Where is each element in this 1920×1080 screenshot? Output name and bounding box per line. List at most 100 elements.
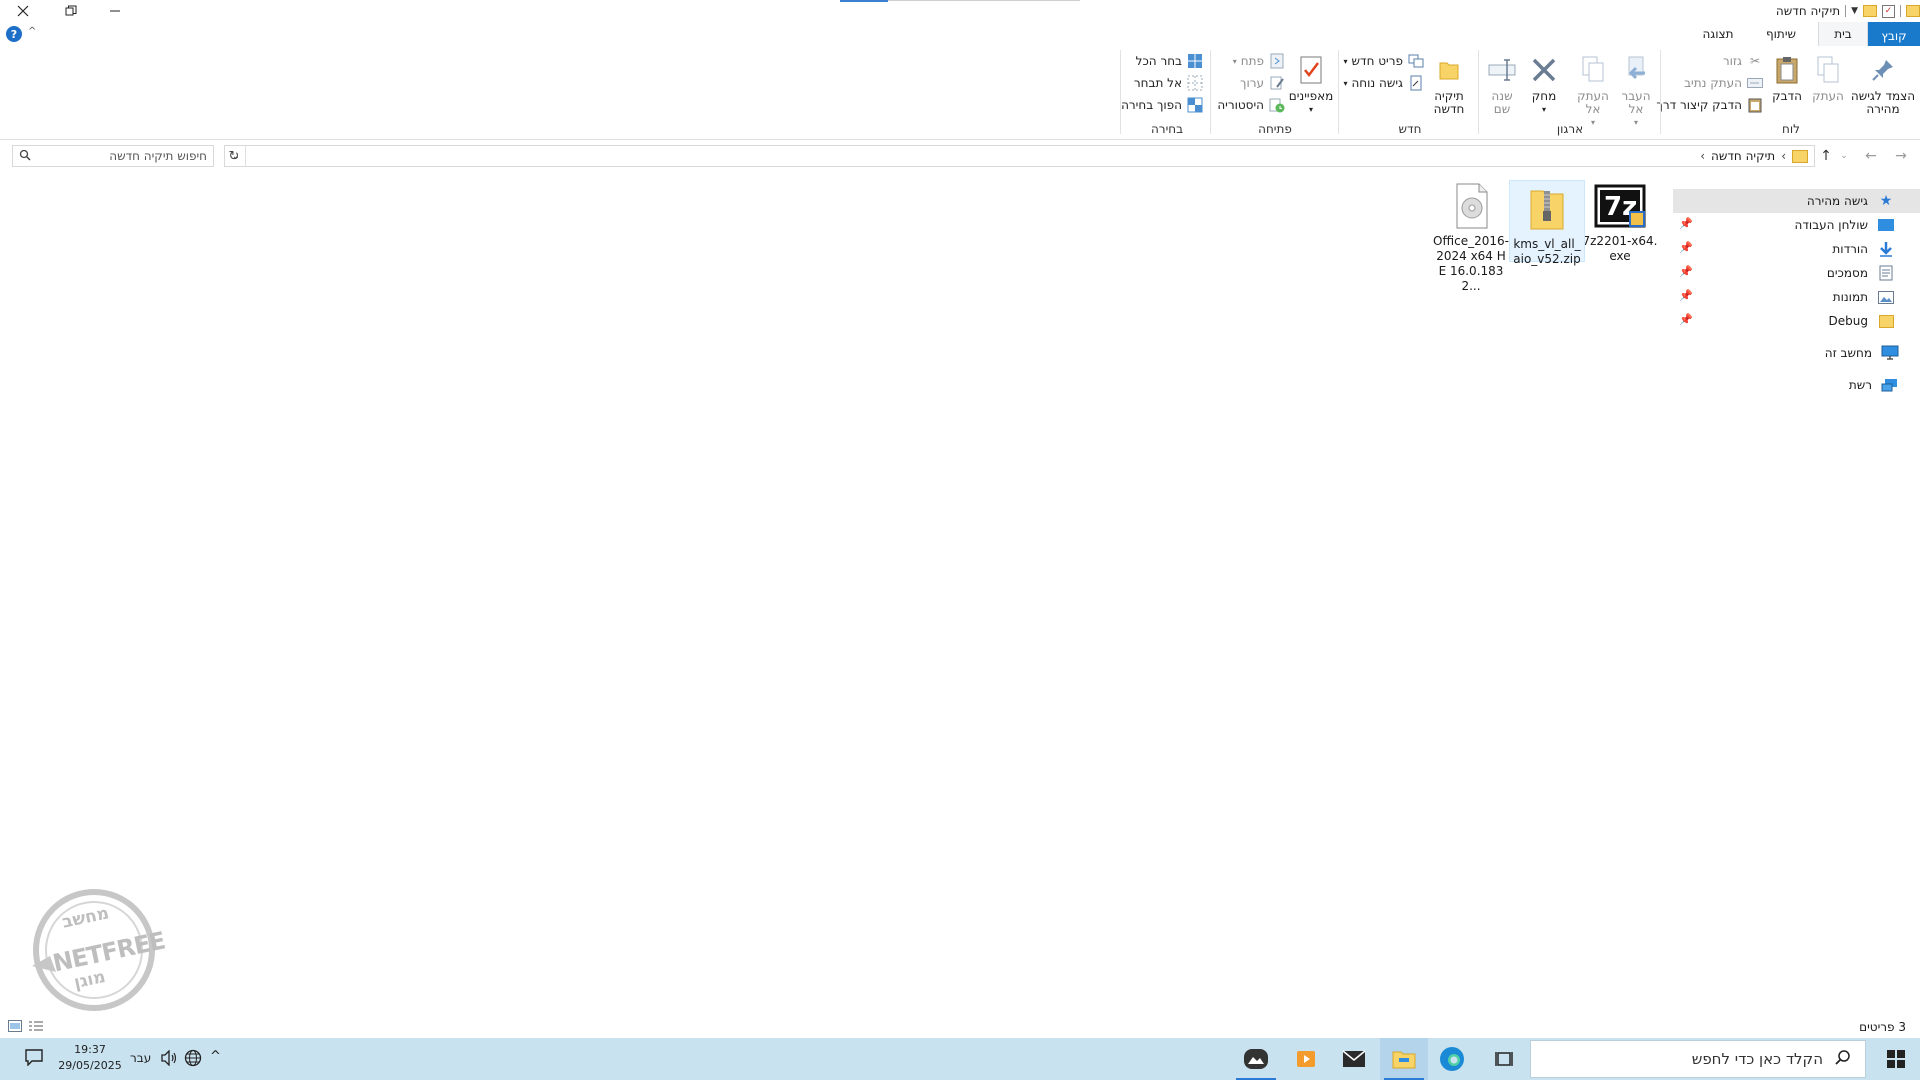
file-item-office-iso[interactable]: Office_2016-2024 x64 HE 16.0.1832...: [1433, 178, 1509, 294]
file-name: Office_2016-2024 x64 HE 16.0.1832...: [1433, 234, 1509, 293]
pin-icon: 📌: [1679, 265, 1693, 278]
copy-path-icon: [1746, 75, 1764, 91]
easy-access-icon: [1407, 75, 1425, 91]
help-icon[interactable]: ?: [6, 26, 22, 42]
language-indicator[interactable]: עבר: [130, 1051, 151, 1065]
rename-icon: [1486, 54, 1518, 86]
restore-button[interactable]: [48, 0, 94, 22]
taskbar-media-player[interactable]: [1282, 1038, 1330, 1080]
nav-item-debug[interactable]: Debug: [1829, 309, 1896, 333]
file-explorer-icon: [1392, 1051, 1416, 1069]
tab-share[interactable]: שיתוף: [1748, 22, 1814, 46]
list-view-button[interactable]: [28, 1020, 44, 1032]
zip-folder-icon: [1519, 185, 1575, 233]
recent-locations-button[interactable]: ⌄: [1836, 146, 1852, 166]
show-hidden-icons-button[interactable]: ^: [210, 1049, 221, 1064]
new-folder-button[interactable]: תיקיה חדשה: [1428, 54, 1470, 116]
address-bar[interactable]: › תיקיה חדשה › ⌄: [224, 145, 1815, 167]
nav-this-pc[interactable]: מחשב זה: [1825, 341, 1900, 365]
delete-button[interactable]: מחק ▾: [1526, 54, 1562, 116]
taskbar-file-explorer[interactable]: [1380, 1038, 1428, 1080]
invert-selection-button[interactable]: הפוך בחירה: [1121, 95, 1204, 115]
tab-home[interactable]: בית: [1818, 22, 1868, 46]
select-none-button[interactable]: אל תבחר: [1134, 73, 1204, 93]
nav-quick-access[interactable]: ★ גישה מהירה: [1807, 189, 1896, 213]
clipboard-group-label: לוח: [1782, 122, 1800, 136]
clock[interactable]: 19:37 29/05/2025: [58, 1042, 122, 1074]
taskbar-edge[interactable]: [1428, 1038, 1476, 1080]
nav-item-label: מסמכים: [1826, 266, 1868, 280]
properties-button[interactable]: מאפיינים ▾: [1288, 54, 1334, 116]
taskbar-search-placeholder: הקלד כאן כדי לחפש: [1691, 1050, 1823, 1068]
nav-item-downloads[interactable]: הורדות: [1832, 237, 1896, 261]
organize-group-label: ארגון: [1556, 122, 1584, 136]
task-view-button[interactable]: [1480, 1038, 1528, 1080]
customize-toolbar-chevron-icon[interactable]: ▼: [1851, 6, 1858, 16]
properties-icon[interactable]: ✓: [1882, 4, 1895, 18]
network-status-button[interactable]: [184, 1049, 202, 1070]
new-item-button[interactable]: פריט חדש ▾: [1344, 51, 1425, 71]
nav-item-label: Debug: [1828, 314, 1868, 328]
new-group-label: חדש: [1398, 122, 1422, 136]
paste-shortcut-button[interactable]: הדבק קיצור דרך: [1656, 95, 1764, 115]
easy-access-button[interactable]: גישה נוחה ▾: [1343, 73, 1425, 93]
edit-button[interactable]: ערוך: [1240, 73, 1286, 93]
history-button[interactable]: היסטוריה: [1217, 95, 1286, 115]
new-item-dropdown-icon: ▾: [1343, 56, 1348, 66]
taskbar-search[interactable]: הקלד כאן כדי לחפש: [1530, 1040, 1866, 1078]
computer-icon: [1880, 344, 1900, 362]
nav-item-documents[interactable]: מסמכים: [1827, 261, 1896, 285]
rename-label: שנה שם: [1491, 89, 1513, 116]
paste-shortcut-icon: [1746, 97, 1764, 113]
open-group-label: פתיחה: [1258, 122, 1292, 136]
search-box[interactable]: חיפוש תיקיה חדשה: [12, 145, 214, 167]
disc-image-icon: [1443, 182, 1499, 230]
collapse-ribbon-chevron-icon[interactable]: ^: [28, 26, 36, 37]
taskbar-mail[interactable]: [1330, 1038, 1378, 1080]
rename-button[interactable]: שנה שם: [1484, 54, 1520, 116]
copy-to-icon: [1577, 54, 1609, 86]
folder-icon: [1876, 312, 1896, 330]
window-title: תיקיה חדשה: [1775, 4, 1841, 18]
taskbar: הקלד כאן כדי לחפש 19:37 29/05/2025 עבר ^: [0, 1038, 1920, 1080]
start-button[interactable]: [1872, 1038, 1920, 1080]
nav-item-pictures[interactable]: תמונות: [1833, 285, 1896, 309]
refresh-button[interactable]: ↻: [224, 145, 244, 167]
copy-to-button[interactable]: העתק אל ▾: [1572, 54, 1614, 129]
new-folder-icon[interactable]: [1863, 5, 1877, 17]
cut-button[interactable]: ✂ גזור: [1723, 51, 1764, 71]
back-button[interactable]: →: [1890, 146, 1912, 166]
tab-file[interactable]: קובץ: [1868, 22, 1920, 46]
tab-share-label: שיתוף: [1765, 27, 1797, 41]
file-item-zip[interactable]: kms_vl_all_aio_v52.zip: [1509, 180, 1585, 266]
file-name: kms_vl_all_aio_v52.zip: [1513, 237, 1581, 266]
clock-time: 19:37: [74, 1043, 106, 1056]
copy-path-button[interactable]: העתק נתיב: [1684, 73, 1764, 93]
tab-view-label: תצוגה: [1702, 27, 1734, 41]
ribbon-group-separator: [1120, 50, 1121, 134]
paste-button[interactable]: הדבק: [1768, 54, 1806, 103]
notifications-button[interactable]: [24, 1048, 44, 1069]
volume-button[interactable]: [160, 1049, 178, 1069]
minimize-button[interactable]: [92, 0, 138, 22]
nav-network[interactable]: רשת: [1849, 373, 1900, 397]
copy-button[interactable]: העתק: [1808, 54, 1848, 103]
breadcrumb-item[interactable]: תיקיה חדשה: [1711, 149, 1775, 163]
nav-item-desktop[interactable]: שולחן העבודה: [1795, 213, 1896, 237]
move-to-button[interactable]: העבר אל ▾: [1614, 54, 1658, 129]
breadcrumb-separator-icon: ›: [1781, 149, 1786, 163]
select-all-button[interactable]: בחר הכל: [1136, 51, 1204, 71]
pin-icon: 📌: [1679, 217, 1693, 230]
forward-button[interactable]: ←: [1860, 146, 1882, 166]
file-item-7zip-exe[interactable]: 7z 7z2201-x64.exe: [1582, 178, 1658, 264]
open-button[interactable]: פתח ▾: [1233, 51, 1286, 71]
details-view-button[interactable]: [8, 1020, 22, 1032]
taskbar-photos[interactable]: [1232, 1038, 1280, 1080]
tab-view[interactable]: תצוגה: [1688, 22, 1748, 46]
action-center-icon: [25, 1049, 43, 1067]
pin-quick-access-button[interactable]: הצמד לגישה מהירה: [1850, 54, 1916, 116]
edit-label: ערוך: [1240, 76, 1264, 90]
up-button[interactable]: ↑: [1815, 146, 1837, 166]
mail-icon: [1342, 1050, 1366, 1067]
close-button[interactable]: [0, 0, 46, 22]
